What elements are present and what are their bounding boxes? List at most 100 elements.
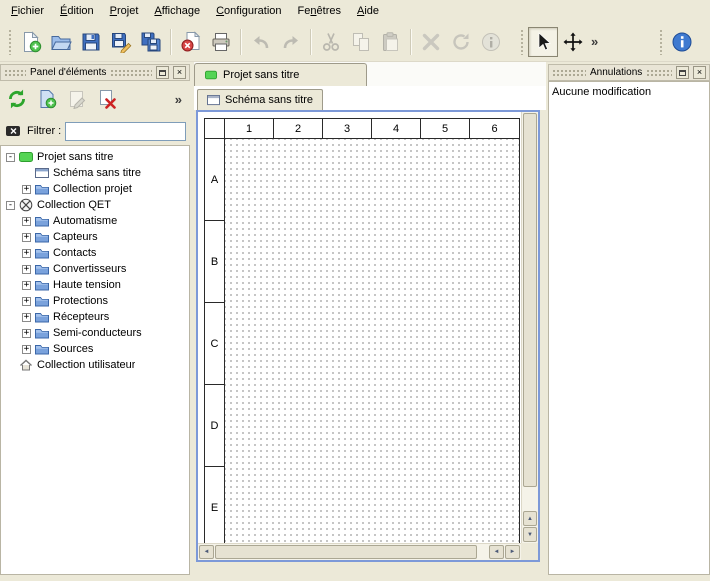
tree-item-automatisme[interactable]: + Automatisme — [1, 213, 189, 229]
panel-toolbar-overflow-chevron[interactable]: » — [172, 92, 185, 107]
tree-item-contacts[interactable]: + Contacts — [1, 245, 189, 261]
copy-button[interactable] — [346, 27, 376, 57]
expand-icon[interactable]: + — [22, 345, 31, 354]
tree-item-capteurs[interactable]: + Capteurs — [1, 229, 189, 245]
float-panel-button[interactable] — [676, 66, 689, 79]
menu-label-part: ichier — [18, 5, 44, 17]
save-all-button[interactable] — [136, 27, 166, 57]
diagram-viewport[interactable]: 1 2 3 4 5 6 A B C D E — [198, 112, 521, 543]
save-as-button[interactable] — [106, 27, 136, 57]
expand-icon[interactable]: + — [22, 281, 31, 290]
toolbar-grip[interactable] — [659, 29, 664, 55]
tree-item-collection-projet[interactable]: + Collection projet — [1, 181, 189, 197]
edit-element-button[interactable] — [63, 86, 90, 113]
dock-grip[interactable] — [4, 69, 26, 77]
dock-grip[interactable] — [646, 69, 672, 77]
toolbar-separator — [410, 29, 412, 55]
menu-fichier[interactable]: Fichier — [3, 2, 52, 20]
scroll-left-button[interactable]: ◄ — [199, 545, 214, 559]
close-file-button[interactable] — [176, 27, 206, 57]
dock-grip[interactable] — [552, 69, 586, 77]
qet-collection-icon — [19, 198, 33, 212]
tab-project[interactable]: Projet sans titre — [194, 63, 367, 86]
expand-icon[interactable]: + — [22, 185, 31, 194]
menu-aide[interactable]: Aide — [349, 2, 387, 20]
reload-collections-button[interactable] — [3, 86, 30, 113]
select-mode-button[interactable] — [528, 27, 558, 57]
filter-input[interactable] — [65, 122, 186, 141]
undo-button[interactable] — [246, 27, 276, 57]
horizontal-scrollbar[interactable]: ◄ ◄ ► — [198, 543, 521, 560]
expand-icon[interactable]: + — [22, 313, 31, 322]
expand-icon[interactable]: + — [22, 217, 31, 226]
scroll-left-button-2[interactable]: ◄ — [489, 545, 504, 559]
clear-filter-button[interactable] — [3, 121, 23, 141]
project-tab-bar: Projet sans titre — [194, 62, 546, 86]
tree-item-haute-tension[interactable]: + Haute tension — [1, 277, 189, 293]
conductor-info-button[interactable] — [476, 27, 506, 57]
tree-item-sources[interactable]: + Sources — [1, 341, 189, 357]
expand-icon[interactable]: + — [22, 329, 31, 338]
close-panel-button[interactable]: × — [173, 66, 186, 79]
column-header: 5 — [421, 119, 470, 139]
new-file-button[interactable] — [16, 27, 46, 57]
delete-element-button[interactable] — [93, 86, 120, 113]
tree-item-label: Collection projet — [53, 183, 132, 195]
tree-item-project[interactable]: - Projet sans titre — [1, 149, 189, 165]
new-element-button[interactable] — [33, 86, 60, 113]
toolbar-overflow-chevron[interactable]: » — [588, 34, 601, 49]
row-header: A — [205, 139, 225, 221]
close-panel-button[interactable]: × — [693, 66, 706, 79]
vertical-scrollbar[interactable]: ▲ ▼ — [521, 112, 538, 543]
float-panel-button[interactable] — [156, 66, 169, 79]
row-header: D — [205, 385, 225, 467]
toolbar-grip[interactable] — [8, 29, 13, 55]
undo-list-item[interactable]: Aucune modification — [552, 84, 706, 100]
tree-item-protections[interactable]: + Protections — [1, 293, 189, 309]
tree-item-convertisseurs[interactable]: + Convertisseurs — [1, 261, 189, 277]
vertical-scrollbar-thumb[interactable] — [523, 113, 537, 487]
tree-item-semi-conducteurs[interactable]: + Semi-conducteurs — [1, 325, 189, 341]
tree-item-collection-qet[interactable]: - Collection QET — [1, 197, 189, 213]
expand-icon[interactable]: + — [22, 265, 31, 274]
delete-button[interactable] — [416, 27, 446, 57]
menu-projet[interactable]: Projet — [102, 2, 147, 20]
rotate-button[interactable] — [446, 27, 476, 57]
cut-button[interactable] — [316, 27, 346, 57]
expand-icon[interactable]: + — [22, 249, 31, 258]
redo-button[interactable] — [276, 27, 306, 57]
horizontal-scrollbar-thumb[interactable] — [215, 545, 477, 559]
elements-panel-titlebar[interactable]: Panel d'éléments × — [0, 64, 190, 81]
home-icon — [19, 358, 33, 372]
scroll-mode-button[interactable] — [558, 27, 588, 57]
paste-button[interactable] — [376, 27, 406, 57]
help-button[interactable] — [667, 27, 697, 57]
toolbar-grip[interactable] — [520, 29, 525, 55]
menu-edition[interactable]: Édition — [52, 2, 102, 20]
new-element-icon — [37, 89, 57, 109]
scroll-up-button[interactable]: ▲ — [523, 511, 537, 526]
diagram-grid-canvas[interactable] — [225, 139, 519, 543]
tree-item-collection-utilisateur[interactable]: Collection utilisateur — [1, 357, 189, 373]
folder-icon — [35, 326, 49, 340]
scroll-down-button[interactable]: ▼ — [523, 527, 537, 542]
print-button[interactable] — [206, 27, 236, 57]
tree-item-recepteurs[interactable]: + Récepteurs — [1, 309, 189, 325]
menu-configuration[interactable]: Configuration — [208, 2, 289, 20]
expand-icon[interactable]: + — [22, 233, 31, 242]
tree-item-diagram[interactable]: Schéma sans titre — [1, 165, 189, 181]
dock-grip[interactable] — [110, 69, 152, 77]
save-all-icon — [140, 31, 162, 53]
scrollbar-corner — [521, 543, 538, 560]
undo-panel-titlebar[interactable]: Annulations × — [548, 64, 710, 81]
tab-diagram[interactable]: Schéma sans titre — [197, 89, 323, 110]
menu-fenetres[interactable]: Fenêtres — [290, 2, 349, 20]
open-file-button[interactable] — [46, 27, 76, 57]
menu-affichage[interactable]: Affichage — [146, 2, 208, 20]
expand-icon[interactable]: + — [22, 297, 31, 306]
tree-item-label: Contacts — [53, 247, 96, 259]
scroll-right-button[interactable]: ► — [505, 545, 520, 559]
collapse-icon[interactable]: - — [6, 153, 15, 162]
save-button[interactable] — [76, 27, 106, 57]
collapse-icon[interactable]: - — [6, 201, 15, 210]
